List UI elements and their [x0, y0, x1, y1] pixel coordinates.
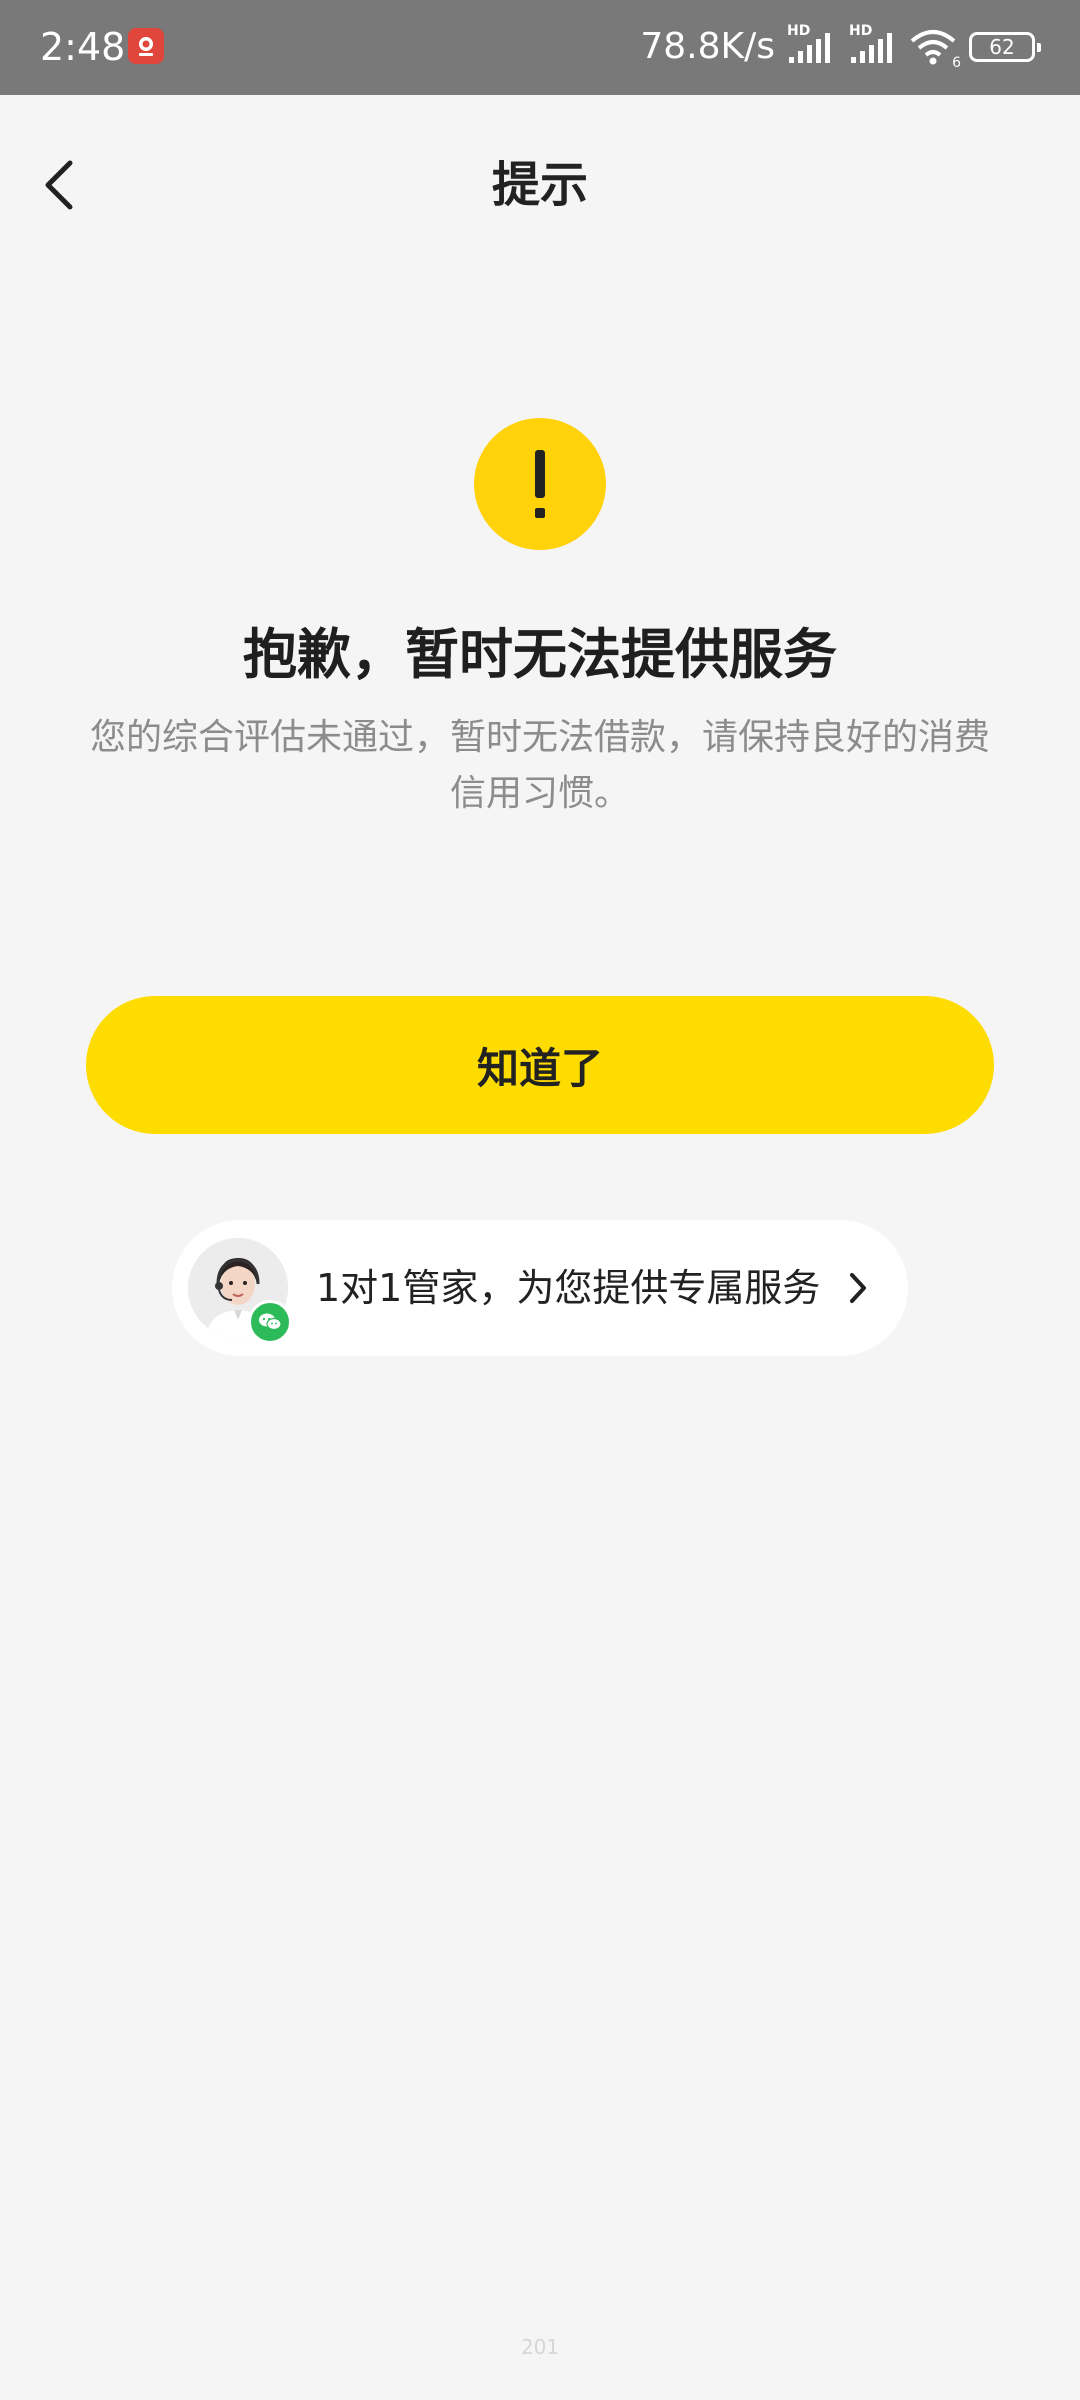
signal-icon: HD — [785, 23, 837, 67]
chevron-right-icon — [838, 1268, 878, 1308]
battery-level: 62 — [989, 35, 1015, 59]
app-icon — [128, 28, 164, 64]
wechat-icon — [248, 1300, 292, 1344]
headline: 抱歉，暂时无法提供服务 — [243, 623, 837, 686]
battery-icon: 62 — [969, 32, 1041, 62]
description: 您的综合评估未通过，暂时无法借款，请保持良好的消费信用习惯。 — [90, 717, 991, 814]
exclamation-icon — [474, 418, 606, 550]
page-code: 201 — [520, 2335, 560, 2359]
network-speed: 78.8K/s — [640, 26, 775, 67]
nav-bar: 提示 — [0, 95, 1080, 275]
signal-icon: HD — [847, 23, 899, 67]
status-indicators: 78.8K/s HD HD 6 62 — [640, 22, 1041, 72]
page-title: 提示 — [491, 157, 588, 213]
status-bar: 2:48 78.8K/s HD HD 6 62 — [0, 0, 1080, 95]
butler-service-entry[interactable]: 1对1管家，为您提供专属服务 — [172, 1220, 908, 1356]
status-time: 2:48 — [40, 25, 126, 69]
wifi-sub-label: 6 — [952, 55, 961, 71]
ok-button[interactable]: 知道了 — [86, 996, 994, 1134]
butler-service-label: 1对1管家，为您提供专属服务 — [316, 1266, 821, 1310]
wifi-icon: 6 — [909, 27, 961, 71]
